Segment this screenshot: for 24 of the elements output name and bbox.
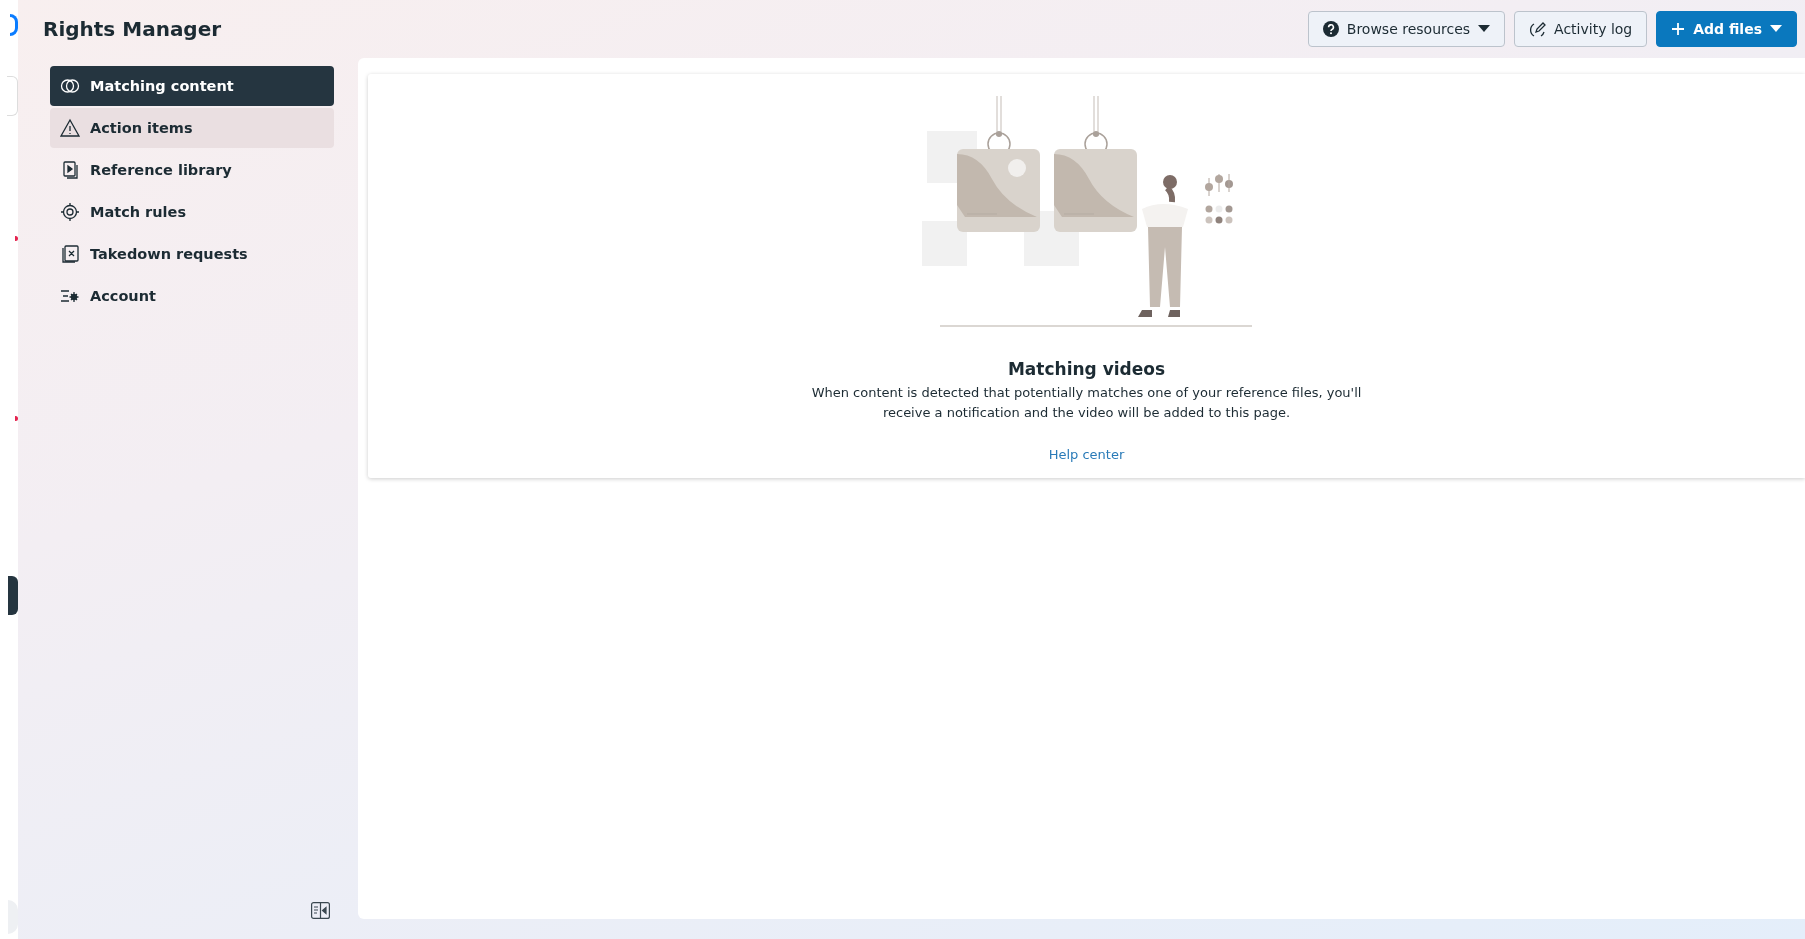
warning-icon [60,118,80,138]
help-icon [1322,21,1339,37]
target-icon [60,202,80,222]
rail-active-item[interactable] [8,576,18,615]
header-button[interactable]: Add files [1656,11,1797,47]
overlapping-circles-icon [60,76,80,96]
nav-item[interactable]: Reference library [50,150,334,190]
collapse-sidebar-icon[interactable] [311,902,330,919]
header-button[interactable]: Activity log [1514,11,1648,47]
header-button[interactable]: Browse resources [1307,11,1506,47]
page-title: Rights Manager [43,17,223,41]
video-file-icon [60,160,80,180]
empty-state-title: Matching videos [1007,359,1166,379]
edit-icon [1529,20,1547,38]
nav-item[interactable]: Matching content [50,66,334,106]
help-center-link[interactable]: Help center [1048,447,1125,462]
nav-item[interactable]: Action items [50,108,334,148]
empty-state-description: When content is detected that potentially matches one of your reference files, you'll receive a notification and the video will be added to this page. [810,384,1363,422]
logo-icon [10,14,18,36]
nav-item[interactable]: Match rules [50,192,334,232]
nav-item[interactable]: Takedown requests [50,234,334,274]
plus-icon [1671,22,1686,36]
takedown-icon [60,244,80,264]
nav-item[interactable]: Account [50,276,334,316]
